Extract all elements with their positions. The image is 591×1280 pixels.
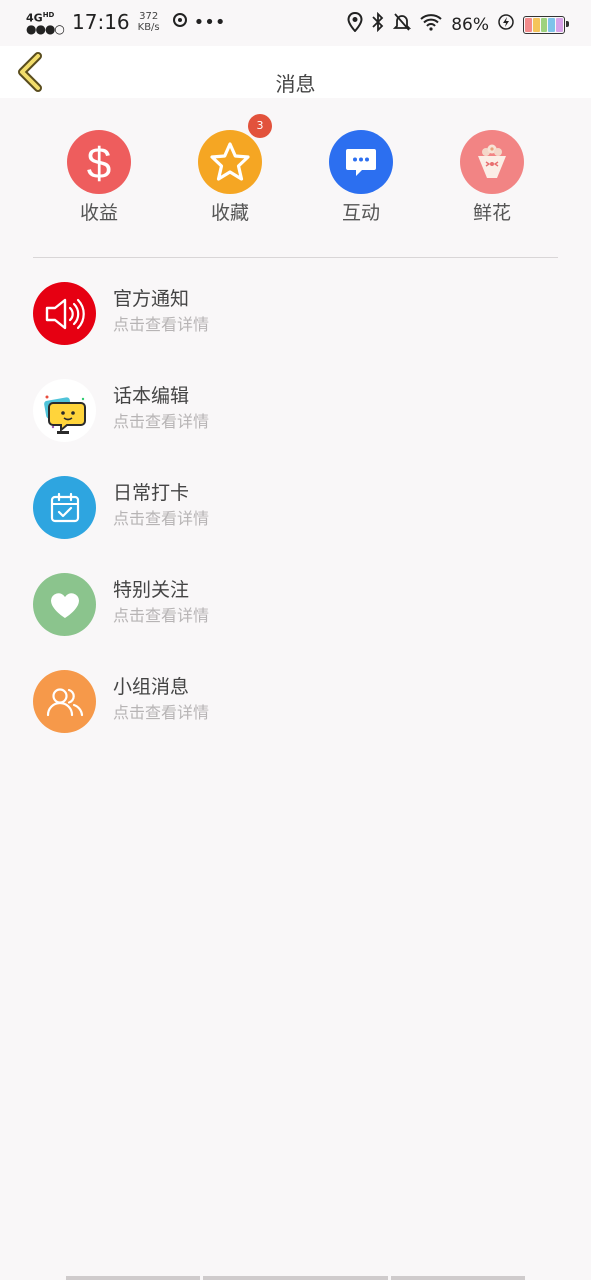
mute-bell-icon: [393, 12, 412, 37]
section-divider: [33, 257, 558, 258]
wifi-icon: [420, 13, 442, 36]
message-list: 官方通知 点击查看详情 话本编辑 点击查看详情 日常打卡 点击查看详情 特别关注…: [33, 276, 558, 761]
clock: 17:16: [72, 10, 130, 34]
app-notification-icon: [172, 12, 188, 33]
list-item-title: 小组消息: [113, 676, 190, 698]
header: 消息: [0, 46, 591, 98]
list-item-group-messages[interactable]: 小组消息 点击查看详情: [33, 664, 558, 761]
location-icon: [347, 11, 363, 37]
list-item-subtitle: 点击查看详情: [113, 412, 210, 431]
battery-percent: 86%: [451, 14, 489, 35]
signal-icon: ●●●○: [26, 21, 65, 36]
charging-icon: [498, 14, 514, 35]
list-item-daily-checkin[interactable]: 日常打卡 点击查看详情: [33, 470, 558, 567]
group-icon: [33, 670, 96, 733]
network-speed: 372 KB/s: [138, 11, 160, 33]
list-item-special-follow[interactable]: 特别关注 点击查看详情: [33, 567, 558, 664]
list-item-title: 官方通知: [113, 288, 190, 310]
quick-action-flowers[interactable]: 鲜花: [452, 130, 532, 225]
star-icon: 3: [198, 114, 272, 194]
quick-action-label: 收益: [79, 202, 118, 224]
speaker-icon: [33, 282, 96, 345]
network-hd: HD: [42, 11, 55, 20]
heart-icon: [33, 573, 96, 636]
speed-value: 372: [139, 11, 159, 22]
quick-action-earnings[interactable]: $ 收益: [59, 130, 139, 225]
quick-action-interaction[interactable]: 互动: [321, 130, 401, 225]
list-item-subtitle: 点击查看详情: [113, 703, 210, 722]
bluetooth-icon: [372, 11, 384, 37]
bouquet-icon: [460, 130, 524, 194]
list-item-official-notice[interactable]: 官方通知 点击查看详情: [33, 276, 558, 373]
network-indicator: 4GHD ●●●○: [26, 10, 66, 36]
list-item-subtitle: 点击查看详情: [113, 606, 210, 625]
speed-unit: KB/s: [137, 22, 160, 33]
list-item-title: 特别关注: [113, 579, 190, 601]
gesture-bar: [391, 1276, 525, 1280]
chat-bubble-icon: [329, 130, 393, 194]
quick-action-label: 收藏: [210, 202, 249, 224]
dollar-icon: $: [67, 130, 131, 194]
more-notifications-icon: •••: [193, 11, 226, 33]
calendar-check-icon: [33, 476, 96, 539]
gesture-bar: [203, 1276, 388, 1280]
gesture-bar: [66, 1276, 200, 1280]
unread-badge: 3: [248, 114, 272, 138]
quick-action-label: 互动: [341, 202, 380, 224]
list-item-script-editor[interactable]: 话本编辑 点击查看详情: [33, 373, 558, 470]
list-item-title: 话本编辑: [113, 385, 190, 407]
page-title: 消息: [275, 72, 316, 96]
list-item-title: 日常打卡: [113, 482, 190, 504]
quick-action-favorites[interactable]: 3 收藏: [190, 114, 272, 225]
status-bar: 4GHD ●●●○ 17:16 372 KB/s ••• 86%: [0, 0, 591, 46]
svg-text:$: $: [87, 139, 111, 186]
quick-actions: $ 收益 3 收藏 互动 鲜花: [33, 114, 558, 230]
chat-character-icon: [33, 379, 96, 442]
quick-action-label: 鲜花: [472, 202, 511, 224]
battery-icon: [523, 15, 569, 34]
list-item-subtitle: 点击查看详情: [113, 509, 210, 528]
list-item-subtitle: 点击查看详情: [113, 315, 210, 334]
